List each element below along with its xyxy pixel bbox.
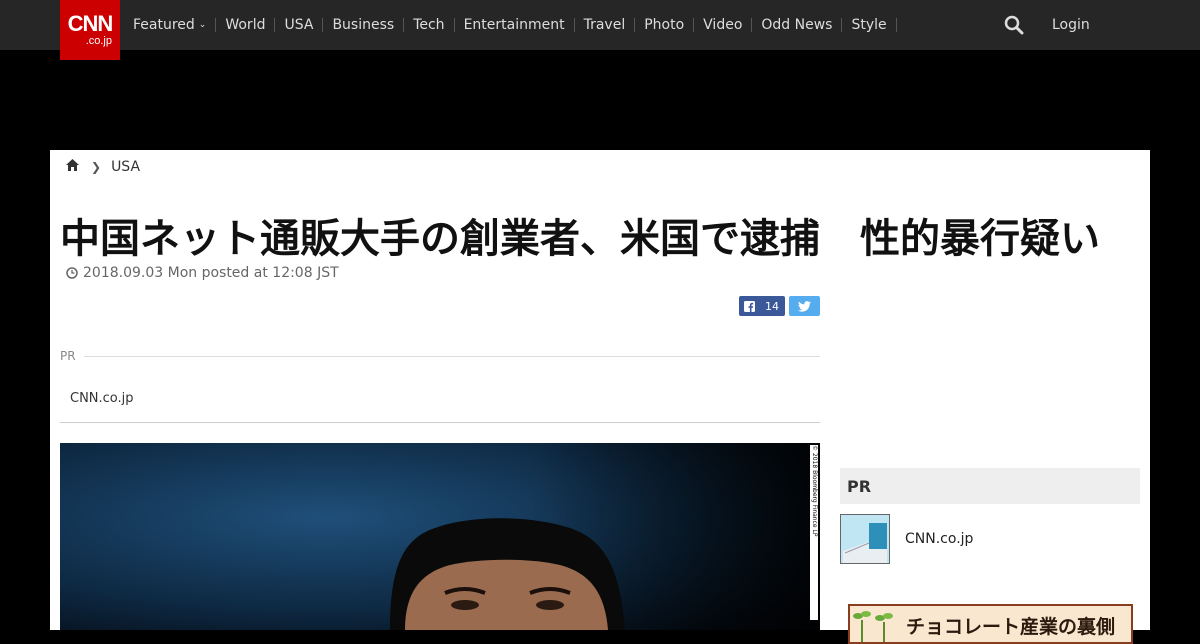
breadcrumb: ❯ USA (66, 159, 140, 175)
divider-line (83, 355, 820, 357)
cnn-logo[interactable]: CNN .co.jp (60, 0, 120, 60)
top-navbar: CNN .co.jp Featured ⌄ World USA Business … (0, 0, 1200, 60)
nav-item-world[interactable]: World (216, 17, 276, 33)
nav-label: Featured (133, 17, 195, 33)
pr-link[interactable]: CNN.co.jp (70, 391, 134, 406)
article-photo[interactable]: © 2018 Bloomberg Finance LP (60, 443, 820, 630)
nav-label: Tech (413, 17, 445, 33)
nav-item-video[interactable]: Video (694, 17, 753, 33)
sidebar-pr-link[interactable]: CNN.co.jp (905, 531, 973, 547)
divider (60, 422, 820, 423)
chevron-down-icon: ⌄ (198, 20, 207, 30)
chevron-right-icon: ❯ (91, 160, 102, 174)
nav-item-business[interactable]: Business (323, 17, 405, 33)
pr-divider: PR (60, 349, 820, 363)
article-date: 2018.09.03 Mon posted at 12:08 JST (66, 265, 339, 281)
logo-text: CNN (67, 11, 114, 36)
main-content: ❯ USA 中国ネット通販大手の創業者、米国で逮捕 性的暴行疑い 2018.09… (50, 150, 1150, 644)
nav-item-featured[interactable]: Featured ⌄ (124, 17, 217, 33)
search-icon[interactable] (1004, 15, 1024, 35)
nav-item-tech[interactable]: Tech (404, 17, 455, 33)
nav-item-travel[interactable]: Travel (575, 18, 636, 32)
nav-item-photo[interactable]: Photo (635, 17, 695, 33)
nav-label: Photo (644, 17, 685, 33)
clock-icon (66, 267, 78, 279)
nav-item-style[interactable]: Style (842, 17, 897, 33)
nav-label: Travel (583, 17, 626, 33)
facebook-icon (744, 300, 755, 312)
breadcrumb-section[interactable]: USA (111, 159, 140, 175)
nav-label: Style (851, 17, 887, 33)
nav-item-entertainment[interactable]: Entertainment (455, 18, 575, 32)
nav-label: Business (332, 17, 395, 33)
nav-label: Odd News (761, 17, 833, 33)
nav-item-odd-news[interactable]: Odd News (752, 17, 843, 33)
share-count: 14 (765, 299, 779, 313)
sidebar-ad-banner[interactable]: チョコレート産業の裏側 (848, 604, 1133, 644)
facebook-share-button[interactable]: 14 (739, 296, 785, 316)
nav-item-usa[interactable]: USA (275, 17, 324, 33)
home-icon[interactable] (66, 159, 79, 175)
photo-credit: © 2018 Bloomberg Finance LP (811, 445, 818, 537)
article-title: 中国ネット通販大手の創業者、米国で逮捕 性的暴行疑い (60, 216, 1100, 262)
login-link[interactable]: Login (1052, 17, 1090, 33)
nav-label: Video (703, 17, 743, 33)
banner-text: チョコレート産業の裏側 (906, 616, 1116, 638)
sidebar-pr-thumbnail[interactable] (840, 514, 890, 564)
nav-label: Entertainment (463, 17, 565, 33)
nav-label: USA (284, 17, 314, 33)
sidebar-pr-heading: PR (840, 468, 1140, 504)
main-nav: Featured ⌄ World USA Business Tech Entert… (124, 0, 897, 50)
nav-label: World (225, 17, 266, 33)
date-text: 2018.09.03 Mon posted at 12:08 JST (83, 265, 339, 281)
twitter-icon (798, 300, 811, 312)
logo-subtext: .co.jp (85, 35, 112, 47)
twitter-share-button[interactable] (789, 296, 820, 316)
pr-label: PR (60, 349, 76, 363)
